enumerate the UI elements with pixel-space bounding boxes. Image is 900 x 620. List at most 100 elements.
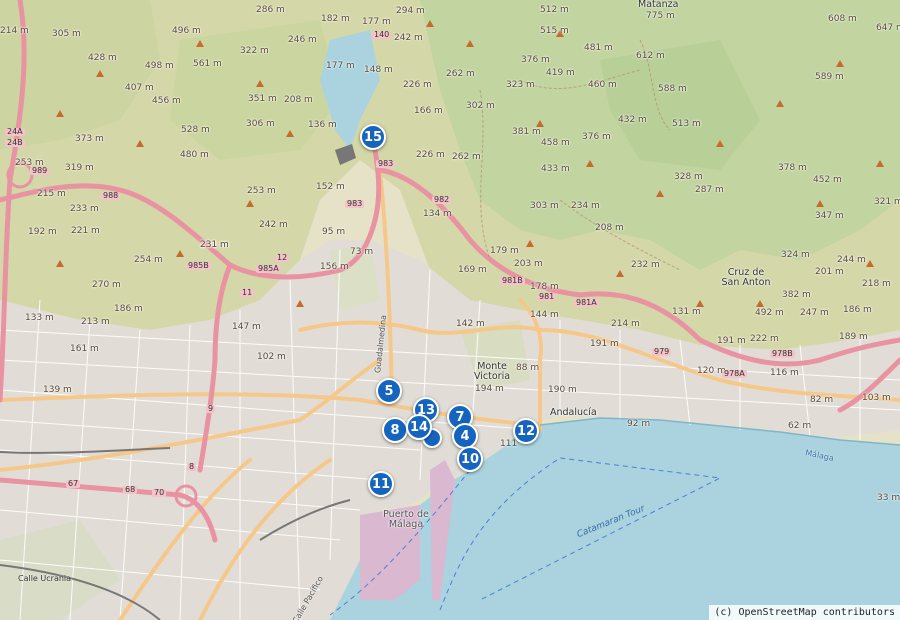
- elevation-label: 376 m: [582, 132, 611, 142]
- road-label-24a: 24A: [5, 127, 25, 136]
- elevation-label: 262 m: [446, 69, 475, 79]
- map-marker-10[interactable]: 10: [457, 446, 483, 472]
- elevation-label: 324 m: [781, 250, 810, 260]
- elevation-label: 136 m: [308, 120, 337, 130]
- elevation-label: 88 m: [516, 363, 540, 373]
- elevation-label: 152 m: [316, 182, 345, 192]
- elevation-label: 306 m: [246, 119, 275, 129]
- elevation-label: 102 m: [257, 352, 286, 362]
- map-marker-11[interactable]: 11: [368, 471, 394, 497]
- elevation-label: 588 m: [658, 84, 687, 94]
- map-marker-8[interactable]: 8: [382, 417, 408, 443]
- place-label-monte-victoria: Monte Victoria: [473, 361, 511, 382]
- elevation-label: 233 m: [70, 204, 99, 214]
- elevation-label: 139 m: [43, 385, 72, 395]
- elevation-label: 512 m: [540, 5, 569, 15]
- elevation-label: 589 m: [815, 72, 844, 82]
- elevation-label: 498 m: [145, 61, 174, 71]
- elevation-label: 242 m: [259, 220, 288, 230]
- elevation-label: 382 m: [782, 290, 811, 300]
- map-attribution[interactable]: (c) OpenStreetMap contributors: [709, 605, 900, 620]
- elevation-label: 191 m: [717, 336, 746, 346]
- elevation-label: 328 m: [674, 172, 703, 182]
- elevation-label: 131 m: [672, 307, 701, 317]
- road-label-978b: 978B: [770, 349, 795, 358]
- elevation-label: 215 m: [37, 189, 66, 199]
- map-marker-15[interactable]: 15: [360, 124, 386, 150]
- road-label-989: 989: [30, 166, 50, 175]
- elevation-label: 303 m: [530, 201, 559, 211]
- elevation-label: 302 m: [466, 101, 495, 111]
- elevation-label: 177 m: [362, 17, 391, 27]
- place-label-cruz-san-anton: Cruz de San Anton: [721, 267, 771, 288]
- elevation-label: 528 m: [181, 125, 210, 135]
- road-label-983b: 983: [345, 199, 365, 208]
- elevation-label: 192 m: [28, 227, 57, 237]
- map-marker-14[interactable]: 14: [406, 414, 432, 440]
- elevation-label: 214 m: [0, 26, 29, 36]
- elevation-label: 95 m: [322, 227, 346, 237]
- road-label-981b: 981B: [500, 276, 525, 285]
- elevation-label: 142 m: [456, 319, 485, 329]
- elevation-label: 82 m: [810, 395, 834, 405]
- elevation-label: 262 m: [452, 152, 481, 162]
- road-label-988: 988: [101, 191, 121, 200]
- elevation-label: 242 m: [394, 33, 423, 43]
- road-label-67: 67: [66, 479, 81, 488]
- elevation-label: 222 m: [750, 334, 779, 344]
- elevation-label: 190 m: [548, 385, 577, 395]
- road-label-70: 70: [152, 488, 167, 497]
- elevation-label: 144 m: [530, 310, 559, 320]
- elevation-label: 452 m: [813, 175, 842, 185]
- map-marker-4[interactable]: 4: [452, 423, 478, 449]
- road-label-9: 9: [206, 404, 216, 413]
- elevation-label: 480 m: [180, 150, 209, 160]
- road-label-978a: 978A: [722, 369, 747, 378]
- elevation-label: 246 m: [288, 35, 317, 45]
- elevation-label: 433 m: [541, 164, 570, 174]
- elevation-label: 270 m: [92, 280, 121, 290]
- elevation-label: 294 m: [396, 6, 425, 16]
- road-label-140: 140: [372, 30, 392, 39]
- road-label-981a: 981A: [574, 298, 599, 307]
- road-label-983: 983: [376, 159, 396, 168]
- elevation-label: 186 m: [114, 304, 143, 314]
- elevation-label: 612 m: [636, 51, 665, 61]
- elevation-label: 203 m: [514, 259, 543, 269]
- elevation-label: 148 m: [364, 65, 393, 75]
- elevation-label: 221 m: [71, 226, 100, 236]
- elevation-label: 376 m: [521, 55, 550, 65]
- elevation-label: 321 m: [874, 197, 900, 207]
- elevation-label: 496 m: [172, 26, 201, 36]
- elevation-label: 208 m: [284, 95, 313, 105]
- road-label-979: 979: [652, 347, 672, 356]
- elevation-label: 232 m: [631, 260, 660, 270]
- elevation-label: 432 m: [618, 115, 647, 125]
- place-label-puerto: Puerto de Málaga: [383, 509, 429, 530]
- elevation-label: 253 m: [247, 186, 276, 196]
- elevation-label: 201 m: [815, 267, 844, 277]
- elevation-label: 161 m: [70, 344, 99, 354]
- elevation-label: 456 m: [152, 96, 181, 106]
- map-marker-12[interactable]: 12: [513, 418, 539, 444]
- map[interactable]: 286 m 305 m 214 m 428 m 496 m 322 m 246 m 182 m…: [0, 0, 900, 620]
- elevation-label: 481 m: [584, 43, 613, 53]
- road-label-981: 981: [537, 292, 557, 301]
- place-label-andalucia: Andalucía: [550, 407, 597, 418]
- elevation-label: 62 m: [788, 421, 812, 431]
- elevation-label: 156 m: [320, 262, 349, 272]
- elevation-label: 419 m: [546, 68, 575, 78]
- elevation-label: 73 m: [350, 247, 374, 257]
- map-marker-5[interactable]: 5: [376, 378, 402, 404]
- elevation-label: 234 m: [571, 201, 600, 211]
- elevation-label: 214 m: [611, 319, 640, 329]
- elevation-label: 231 m: [200, 240, 229, 250]
- road-label-12: 12: [275, 253, 290, 262]
- elevation-label: 133 m: [25, 313, 54, 323]
- elevation-label: 177 m: [326, 61, 355, 71]
- elevation-label: 286 m: [256, 5, 285, 15]
- road-label-24b: 24B: [5, 138, 25, 147]
- elevation-label: 373 m: [75, 134, 104, 144]
- elevation-label: 191 m: [590, 339, 619, 349]
- elevation-label: 322 m: [240, 46, 269, 56]
